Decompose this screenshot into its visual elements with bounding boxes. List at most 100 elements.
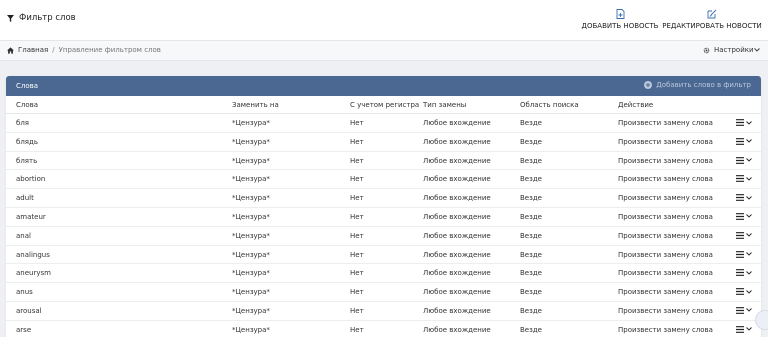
menu-icon — [736, 231, 744, 239]
action-cell: Произвести замену слова — [618, 119, 713, 127]
menu-icon — [736, 175, 744, 183]
column-header: Область поиска — [520, 101, 579, 109]
chevron-down-icon — [746, 252, 752, 256]
settings-label: Настройки — [714, 46, 754, 54]
edit-news-button[interactable]: РЕДАКТИРОВАТЬ НОВОСТИ — [662, 9, 762, 30]
replacement-cell: *Цензура* — [232, 119, 270, 127]
replacement-cell: *Цензура* — [232, 306, 270, 315]
column-header: С учетом регистра — [350, 101, 420, 109]
row-menu-button[interactable] — [736, 250, 752, 258]
action-cell: Произвести замену слова — [618, 269, 713, 278]
search-area-cell: Везде — [520, 119, 542, 127]
add-word-button[interactable]: Добавить слово в фильтр — [644, 81, 751, 89]
panel-title: Слова — [16, 82, 39, 90]
row-menu-button[interactable] — [736, 307, 752, 314]
search-area-cell: Везде — [520, 325, 542, 334]
action-cell: Произвести замену слова — [618, 212, 713, 221]
file-plus-icon — [616, 9, 624, 19]
row-menu-button[interactable] — [736, 156, 752, 164]
chevron-down-icon — [746, 195, 752, 200]
table-row: бля *Цензура* Нет Любое вхождение Везде … — [6, 114, 761, 133]
word-cell: блядь — [16, 137, 38, 146]
case-sensitive-cell: Нет — [350, 175, 364, 184]
column-header: Заменить на — [232, 101, 279, 109]
settings-dropdown[interactable]: Настройки — [703, 46, 760, 54]
row-menu-button[interactable] — [736, 325, 752, 333]
replacement-cell: *Цензура* — [232, 212, 270, 221]
replacement-cell: *Цензура* — [232, 269, 270, 278]
gear-icon — [703, 47, 710, 53]
table-row: блядь *Цензура* Нет Любое вхождение Везд… — [6, 133, 761, 152]
column-header: Слова — [16, 101, 39, 109]
word-cell: anal — [16, 231, 31, 240]
replace-type-cell: Любое вхождение — [423, 288, 491, 297]
replace-type-cell: Любое вхождение — [423, 231, 491, 240]
table-row: блять *Цензура* Нет Любое вхождение Везд… — [6, 152, 761, 171]
replace-type-cell: Любое вхождение — [423, 156, 491, 165]
replace-type-cell: Любое вхождение — [423, 119, 491, 127]
row-menu-button[interactable] — [736, 213, 752, 220]
row-menu-button[interactable] — [736, 175, 752, 183]
row-menu-button[interactable] — [736, 194, 752, 202]
table-row: adult *Цензура* Нет Любое вхождение Везд… — [6, 189, 761, 208]
menu-icon — [736, 288, 744, 296]
home-icon — [7, 46, 14, 54]
add-news-button[interactable]: ДОБАВИТЬ НОВОСТЬ — [581, 9, 659, 30]
replace-type-cell: Любое вхождение — [423, 250, 491, 259]
add-word-label: Добавить слово в фильтр — [656, 81, 751, 89]
column-header: Тип замены — [423, 101, 467, 109]
table-row: amateur *Цензура* Нет Любое вхождение Ве… — [6, 208, 761, 227]
column-header: Действие — [618, 101, 654, 109]
replace-type-cell: Любое вхождение — [423, 137, 491, 146]
case-sensitive-cell: Нет — [350, 156, 364, 165]
action-cell: Произвести замену слова — [618, 175, 713, 184]
case-sensitive-cell: Нет — [350, 325, 364, 334]
row-menu-button[interactable] — [736, 288, 752, 296]
case-sensitive-cell: Нет — [350, 231, 364, 240]
edit-icon — [707, 9, 717, 19]
row-menu-button[interactable] — [736, 137, 752, 145]
replace-type-cell: Любое вхождение — [423, 212, 491, 221]
menu-icon — [736, 307, 744, 314]
search-area-cell: Везде — [520, 156, 542, 165]
action-cell: Произвести замену слова — [618, 194, 713, 203]
search-area-cell: Везде — [520, 306, 542, 315]
case-sensitive-cell: Нет — [350, 250, 364, 259]
menu-icon — [736, 156, 744, 164]
breadcrumb-bar: Главная / Управление фильтром слов Настр… — [0, 41, 768, 61]
replace-type-cell: Любое вхождение — [423, 194, 491, 203]
chevron-down-icon — [746, 327, 752, 331]
row-menu-button[interactable] — [736, 231, 752, 239]
search-area-cell: Везде — [520, 137, 542, 146]
breadcrumb-separator: / — [52, 46, 55, 54]
replace-type-cell: Любое вхождение — [423, 306, 491, 315]
floating-widget-button[interactable] — [755, 310, 768, 330]
case-sensitive-cell: Нет — [350, 306, 364, 315]
case-sensitive-cell: Нет — [350, 269, 364, 278]
words-panel: Слова Добавить слово в фильтр Слова Заме… — [6, 76, 761, 337]
chevron-down-icon — [746, 177, 752, 181]
word-cell: arousal — [16, 306, 42, 315]
search-area-cell: Везде — [520, 194, 542, 203]
replacement-cell: *Цензура* — [232, 156, 270, 165]
case-sensitive-cell: Нет — [350, 194, 364, 203]
table-row: arse *Цензура* Нет Любое вхождение Везде… — [6, 321, 761, 337]
chevron-down-icon — [746, 139, 752, 143]
replacement-cell: *Цензура* — [232, 137, 270, 146]
row-menu-button[interactable] — [736, 119, 752, 126]
action-cell: Произвести замену слова — [618, 231, 713, 240]
search-area-cell: Везде — [520, 231, 542, 240]
add-news-label: ДОБАВИТЬ НОВОСТЬ — [581, 22, 659, 30]
row-menu-button[interactable] — [736, 269, 752, 277]
table-row: arousal *Цензура* Нет Любое вхождение Ве… — [6, 302, 761, 321]
filter-icon — [7, 14, 14, 22]
action-cell: Произвести замену слова — [618, 288, 713, 297]
case-sensitive-cell: Нет — [350, 119, 364, 127]
breadcrumb-home-link[interactable]: Главная — [18, 46, 48, 54]
word-cell: analingus — [16, 250, 50, 259]
word-cell: abortion — [16, 175, 46, 184]
replacement-cell: *Цензура* — [232, 325, 270, 334]
chevron-down-icon — [746, 120, 752, 125]
word-cell: блять — [16, 156, 38, 165]
word-cell: aneurysm — [16, 269, 51, 278]
